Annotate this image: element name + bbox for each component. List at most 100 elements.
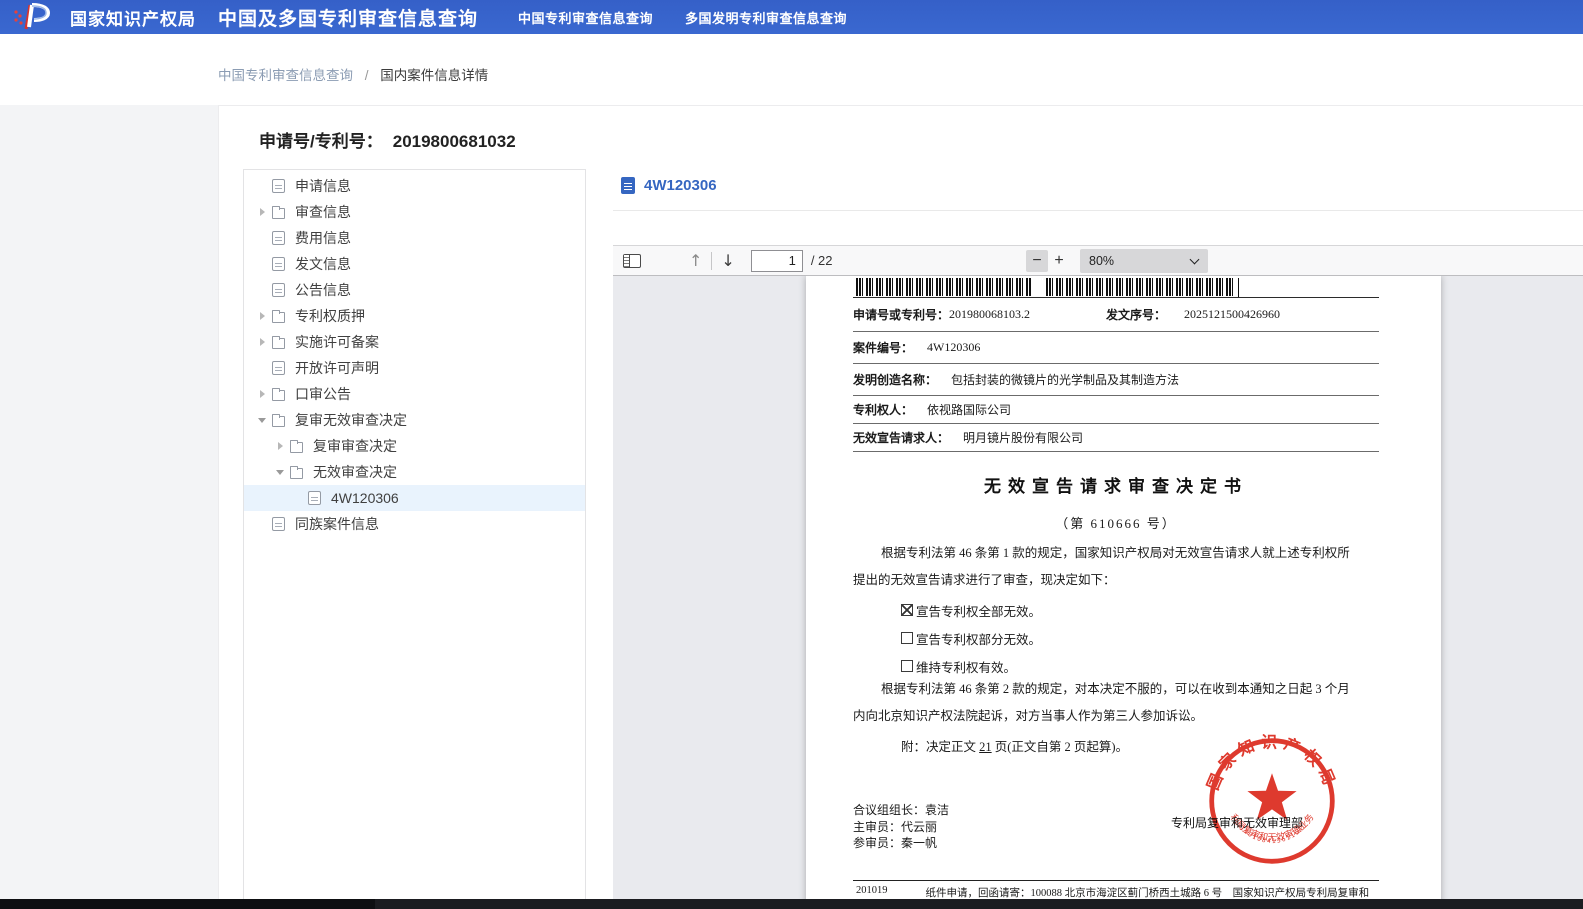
case-number-label: 申请号/专利号： [259, 132, 383, 151]
field-label: 发明创造名称： [853, 371, 937, 388]
field-label: 案件编号： [853, 339, 913, 356]
pdf-page: 申请号或专利号： 201980068103.2 发文序号： 2025121500… [806, 276, 1441, 909]
tree-item-label: 4W120306 [331, 490, 399, 506]
checkbox-checked-icon [901, 604, 913, 616]
next-page-button[interactable]: ↓ [717, 251, 738, 271]
tree-item-license-record[interactable]: 实施许可备案 [244, 329, 585, 355]
breadcrumb-parent-link[interactable]: 中国专利审查信息查询 [218, 68, 353, 83]
chevron-right-icon[interactable] [254, 390, 270, 398]
folder-icon [272, 312, 285, 323]
chevron-down-icon[interactable] [254, 418, 270, 423]
document-icon [308, 491, 321, 505]
zoom-out-button[interactable]: − [1026, 250, 1048, 272]
barcode-icon [856, 278, 1031, 296]
field-label: 专利权人： [853, 401, 913, 418]
sidebar-toggle-icon[interactable] [623, 254, 641, 268]
tree-item-reexam-decision[interactable]: 复审审查决定 [244, 433, 585, 459]
tree-item-open-license[interactable]: 开放许可声明 [244, 355, 585, 381]
checkbox-unchecked-icon [901, 632, 913, 644]
header-nav: 中国专利审查信息查询 多国发明专利审查信息查询 [518, 8, 847, 27]
chevron-down-icon [1190, 254, 1200, 264]
breadcrumb-current: 国内案件信息详情 [380, 68, 488, 83]
folder-icon [272, 416, 285, 427]
zoom-in-button[interactable]: + [1048, 250, 1070, 272]
checkbox-unchecked-icon [901, 660, 913, 672]
folder-icon [290, 468, 303, 479]
folder-icon [290, 442, 303, 453]
tree-item-reexam-invalid-decision[interactable]: 复审无效审查决定 [244, 407, 585, 433]
official-seal: 国家知识产权局 专利局复审和无效审理业务章 11010841361164 [1205, 734, 1339, 868]
tree-item-label: 同族案件信息 [295, 514, 379, 534]
paragraph-line: 根据专利法第 46 条第 2 款的规定，对本决定不服的，可以在收到本通知之日起 … [853, 676, 1379, 703]
folder-icon [272, 338, 285, 349]
field-value: 4W120306 [927, 340, 980, 355]
examiner-second: 参审员：秦一帆 [853, 835, 949, 852]
field-row: 无效宣告请求人： 明月镜片股份有限公司 [853, 424, 1379, 452]
tree-item-invalidation-decision[interactable]: 无效审查决定 [244, 459, 585, 485]
field-label: 申请号或专利号： [853, 306, 949, 323]
page-title: 申请号/专利号： 2019800681032 [259, 127, 516, 152]
tree-item-label: 发文信息 [295, 254, 351, 274]
toolbar-divider [711, 252, 712, 270]
panel-head: 合议组组长：袁洁 [853, 802, 949, 819]
nav-multi-country-query[interactable]: 多国发明专利审查信息查询 [685, 8, 847, 27]
tree-item-patent-pledge[interactable]: 专利权质押 [244, 303, 585, 329]
chevron-right-icon[interactable] [254, 208, 270, 216]
paragraph-line: 根据专利法第 46 条第 1 款的规定，国家知识产权局对无效宣告请求人就上述专利… [853, 540, 1379, 567]
case-detail-card: 申请号/专利号： 2019800681032 申请信息 审查信息 费用信息 发文信… [218, 105, 1583, 909]
zoom-controls: − + 80% [1026, 249, 1208, 273]
field-value: 2025121500426960 [1184, 307, 1280, 322]
field-row: 专利权人： 依视路国际公司 [853, 396, 1379, 424]
tree-item-label: 申请信息 [295, 176, 351, 196]
document-icon [272, 231, 285, 245]
previous-page-button[interactable]: ↑ [685, 251, 706, 271]
blue-document-icon [621, 177, 635, 194]
barcode-icon [1046, 278, 1233, 296]
field-label: 无效宣告请求人： [853, 429, 949, 446]
pdf-canvas[interactable]: 申请号或专利号： 201980068103.2 发文序号： 2025121500… [613, 276, 1583, 909]
zoom-level-select[interactable]: 80% [1080, 249, 1208, 273]
option-label: 宣告专利权全部无效。 [916, 601, 1041, 620]
chevron-right-icon[interactable] [254, 312, 270, 320]
breadcrumb: 中国专利审查信息查询 / 国内案件信息详情 [218, 64, 488, 84]
document-fields: 申请号或专利号： 201980068103.2 发文序号： 2025121500… [853, 297, 1379, 452]
document-icon [272, 283, 285, 297]
document-icon [272, 257, 285, 271]
tree-item-label: 费用信息 [295, 228, 351, 248]
seal-star-icon [1247, 773, 1296, 820]
tree-item-examination-info[interactable]: 审查信息 [244, 199, 585, 225]
scrollbar-thumb[interactable] [0, 899, 375, 909]
tree-item-label: 实施许可备案 [295, 332, 379, 352]
tree-item-dispatch-info[interactable]: 发文信息 [244, 251, 585, 277]
tree-item-oral-hearing[interactable]: 口审公告 [244, 381, 585, 407]
option-invalidate-all: 宣告专利权全部无效。 [901, 596, 1041, 624]
panel-members: 合议组组长：袁洁 主审员：代云丽 参审员：秦一帆 [853, 802, 949, 852]
decision-title: 无效宣告请求审查决定书 [853, 472, 1379, 497]
nav-china-patent-query[interactable]: 中国专利审查信息查询 [518, 8, 653, 27]
tree-item-application-info[interactable]: 申请信息 [244, 173, 585, 199]
tree-item-family-case-info[interactable]: 同族案件信息 [244, 511, 585, 537]
tree-item-4w120306[interactable]: 4W120306 [244, 485, 585, 511]
field-row: 案件编号： 4W120306 [853, 332, 1379, 364]
case-number-value: 2019800681032 [393, 132, 516, 151]
top-header: 国家知识产权局 中国及多国专利审查信息查询 中国专利审查信息查询 多国发明专利审… [0, 0, 1583, 34]
folder-icon [272, 208, 285, 219]
tree-item-announcement-info[interactable]: 公告信息 [244, 277, 585, 303]
pdf-viewer-panel: 4W120306 ↑ ↓ / 22 − + 80% [613, 161, 1583, 909]
document-icon [272, 517, 285, 531]
decision-number: （第 610666 号） [853, 513, 1379, 532]
folder-icon [272, 390, 285, 401]
horizontal-scrollbar[interactable] [0, 899, 1583, 909]
chevron-down-icon[interactable] [272, 470, 288, 475]
tree-item-fee-info[interactable]: 费用信息 [244, 225, 585, 251]
option-label: 宣告专利权部分无效。 [916, 629, 1041, 648]
tree-item-label: 口审公告 [295, 384, 351, 404]
paragraph-line: 提出的无效宣告请求进行了审查，现决定如下： [853, 573, 1116, 587]
field-value: 包括封装的微镜片的光学制品及其制造方法 [951, 371, 1179, 388]
chevron-right-icon[interactable] [254, 338, 270, 346]
app-title: 中国及多国专利审查信息查询 [218, 4, 478, 31]
page-number-input[interactable] [751, 250, 803, 272]
chevron-right-icon[interactable] [272, 442, 288, 450]
tree-item-label: 审查信息 [295, 202, 351, 222]
attachment-prefix: 附：决定正文 [901, 740, 979, 754]
